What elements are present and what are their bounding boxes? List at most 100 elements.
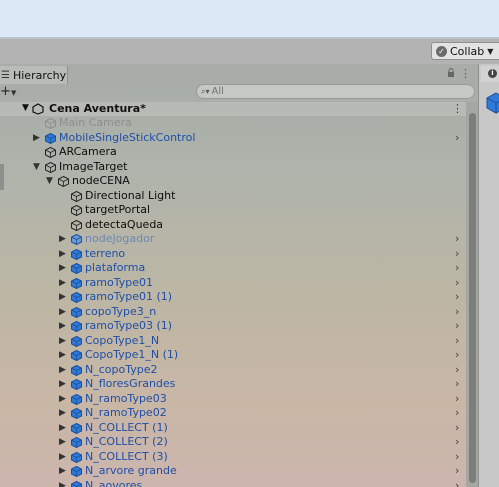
- chevron-right-icon[interactable]: ›: [455, 363, 459, 377]
- hierarchy-item[interactable]: ▶ N_copoType2 ›: [0, 363, 466, 377]
- hierarchy-item[interactable]: ▶ CopoType1_N (1) ›: [0, 348, 466, 362]
- chevron-right-icon[interactable]: ›: [455, 232, 459, 246]
- collapsed-arrow-icon[interactable]: ▶: [59, 450, 66, 464]
- collab-button[interactable]: ✓ Collab ▼: [431, 42, 499, 60]
- hierarchy-item-label: ramoType03 (1): [85, 319, 173, 332]
- collapsed-arrow-icon[interactable]: ▶: [59, 261, 66, 275]
- hierarchy-item[interactable]: Main Camera: [0, 116, 466, 130]
- top-background: [0, 0, 499, 37]
- hierarchy-item[interactable]: targetPortal: [0, 203, 466, 217]
- hierarchy-item-label: terreno: [85, 246, 126, 260]
- hierarchy-item[interactable]: detectaQueda: [0, 218, 466, 232]
- scene-header[interactable]: ▼ Cena Aventura* ⋮: [0, 102, 466, 116]
- expanded-arrow-icon[interactable]: ▼: [46, 174, 53, 188]
- collapsed-arrow-icon[interactable]: ▶: [59, 377, 66, 391]
- scene-name: Cena Aventura*: [49, 102, 146, 115]
- hierarchy-item[interactable]: Directional Light: [0, 189, 466, 203]
- scene-expand-arrow-icon[interactable]: ▼: [22, 103, 29, 113]
- search-input[interactable]: [211, 86, 452, 97]
- chevron-right-icon[interactable]: ›: [455, 348, 459, 362]
- hierarchy-item-label: ImageTarget: [59, 159, 128, 173]
- prefab-cube-icon: [71, 277, 82, 289]
- hierarchy-item[interactable]: ▶ CopoType1_N ›: [0, 334, 466, 348]
- prefab-cube-icon: [71, 321, 82, 332]
- hierarchy-item[interactable]: ▶ ramoType01 ›: [0, 276, 466, 290]
- chevron-right-icon[interactable]: ›: [455, 319, 459, 333]
- hierarchy-item-label: Directional Light: [85, 188, 176, 202]
- collapsed-arrow-icon[interactable]: ▶: [59, 479, 66, 487]
- hierarchy-item-label: ramoType01: [85, 275, 153, 289]
- unity-scene-icon: [32, 103, 44, 115]
- hierarchy-item[interactable]: ▶ N_COLLECT (3) ›: [0, 450, 466, 464]
- hierarchy-item[interactable]: ▶ MobileSingleStickControl ›: [0, 131, 466, 145]
- hierarchy-item[interactable]: ▶ plataforma ›: [0, 261, 466, 275]
- hierarchy-item[interactable]: ▶ N_ramoType02 ›: [0, 406, 466, 420]
- hierarchy-item[interactable]: ▶ N_floresGrandes ›: [0, 377, 466, 391]
- scene-menu-icon[interactable]: ⋮: [452, 103, 463, 115]
- chevron-right-icon[interactable]: ›: [455, 406, 459, 420]
- chevron-right-icon[interactable]: ›: [455, 247, 459, 261]
- chevron-right-icon[interactable]: ›: [455, 479, 459, 487]
- collapsed-arrow-icon[interactable]: ▶: [59, 348, 66, 362]
- chevron-right-icon[interactable]: ›: [455, 305, 459, 319]
- hierarchy-item[interactable]: ▶ ramoType01 (1) ›: [0, 290, 466, 304]
- collapsed-arrow-icon[interactable]: ▶: [59, 406, 66, 420]
- collapsed-arrow-icon[interactable]: ▶: [59, 290, 66, 304]
- collapsed-arrow-icon[interactable]: ▶: [59, 464, 66, 478]
- collapsed-arrow-icon[interactable]: ▶: [33, 131, 40, 145]
- more-menu-icon[interactable]: ⋮: [460, 68, 471, 79]
- collapsed-arrow-icon[interactable]: ▶: [59, 319, 66, 333]
- hierarchy-item[interactable]: ▼ nodeCENA: [0, 174, 466, 188]
- collapsed-arrow-icon[interactable]: ▶: [59, 247, 66, 261]
- collapsed-arrow-icon[interactable]: ▶: [59, 232, 66, 246]
- collapsed-arrow-icon[interactable]: ▶: [59, 334, 66, 348]
- hierarchy-item-label: N_COLLECT (1): [85, 420, 168, 434]
- chevron-right-icon[interactable]: ›: [455, 450, 459, 464]
- create-plus-icon[interactable]: +: [0, 85, 11, 98]
- hierarchy-item[interactable]: ARCamera: [0, 145, 466, 159]
- collab-label: Collab: [450, 44, 485, 58]
- create-dropdown-arrow-icon[interactable]: ▼: [11, 89, 16, 97]
- chevron-right-icon[interactable]: ›: [455, 464, 459, 478]
- chevron-right-icon[interactable]: ›: [455, 290, 459, 304]
- main-toolbar: [0, 39, 499, 65]
- hierarchy-item[interactable]: ▶ N_ramoType03 ›: [0, 392, 466, 406]
- hierarchy-item[interactable]: ▶ N_aovores ›: [0, 479, 466, 487]
- chevron-right-icon[interactable]: ›: [455, 421, 459, 435]
- collapsed-arrow-icon[interactable]: ▶: [59, 421, 66, 435]
- chevron-right-icon[interactable]: ›: [455, 377, 459, 391]
- hierarchy-search-row: + ▼ ⌕▾: [0, 84, 478, 102]
- hierarchy-item[interactable]: ▶ N_COLLECT (2) ›: [0, 435, 466, 449]
- chevron-right-icon[interactable]: ›: [455, 435, 459, 449]
- hierarchy-item[interactable]: ▶ N_COLLECT (1) ›: [0, 421, 466, 435]
- collapsed-arrow-icon[interactable]: ▶: [59, 435, 66, 449]
- prefab-cube-icon: [71, 379, 82, 390]
- collapsed-arrow-icon[interactable]: ▶: [59, 363, 66, 377]
- collapsed-arrow-icon[interactable]: ▶: [59, 392, 66, 406]
- chevron-right-icon[interactable]: ›: [455, 261, 459, 275]
- hierarchy-tab-bar: [0, 64, 478, 84]
- gameobject-icon: [45, 118, 56, 129]
- chevron-right-icon[interactable]: ›: [455, 276, 459, 290]
- hierarchy-item[interactable]: ▶ ramoType03 (1) ›: [0, 319, 466, 333]
- chevron-right-icon[interactable]: ›: [455, 131, 459, 145]
- collapsed-arrow-icon[interactable]: ▶: [59, 305, 66, 319]
- hierarchy-item[interactable]: ▶ copoType3_n ›: [0, 305, 466, 319]
- hierarchy-item-label: ARCamera: [59, 145, 117, 158]
- search-field[interactable]: ⌕▾: [196, 84, 475, 99]
- hierarchy-item[interactable]: ▶ terreno ›: [0, 247, 466, 261]
- search-icon: ⌕▾: [201, 86, 210, 96]
- hierarchy-item[interactable]: ▶ nodeJogador ›: [0, 232, 466, 246]
- chevron-right-icon[interactable]: ›: [455, 392, 459, 406]
- hierarchy-item-label: nodeCENA: [72, 174, 130, 187]
- inspector-panel: [478, 64, 499, 487]
- tab-hierarchy[interactable]: ☰ Hierarchy: [0, 66, 68, 84]
- chevron-right-icon[interactable]: ›: [455, 334, 459, 348]
- hierarchy-scrollbar-thumb[interactable]: [469, 113, 476, 483]
- expanded-arrow-icon[interactable]: ▼: [33, 160, 40, 174]
- collapsed-arrow-icon[interactable]: ▶: [59, 276, 66, 290]
- hierarchy-item-label: detectaQueda: [85, 217, 164, 231]
- hierarchy-item[interactable]: ▼ ImageTarget: [0, 160, 466, 174]
- hierarchy-item[interactable]: ▶ N_arvore grande ›: [0, 464, 466, 478]
- lock-icon[interactable]: [447, 68, 455, 78]
